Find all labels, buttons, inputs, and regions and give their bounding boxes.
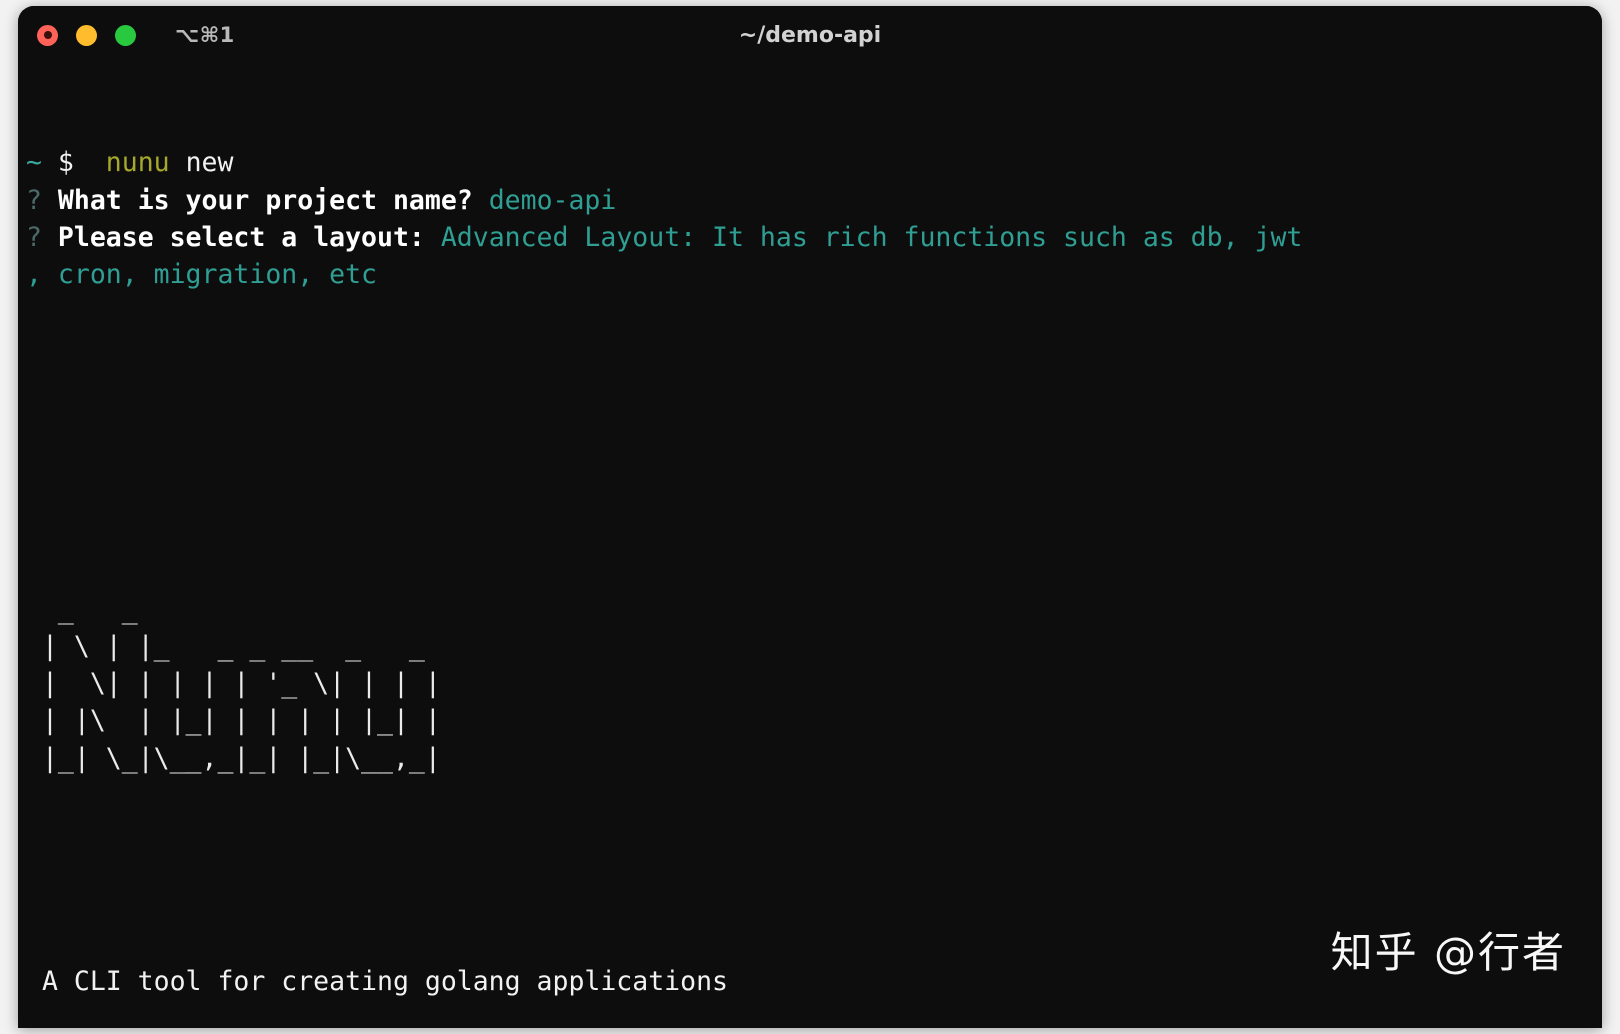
prompt-nunu-new-segment: nunu bbox=[105, 147, 186, 179]
question-project-name-segment: ? bbox=[26, 184, 58, 216]
ascii-logo-row-1: | \ | |_ _ _ __ _ _ bbox=[26, 631, 425, 663]
question-project-name: ? What is your project name? demo-api bbox=[26, 182, 1602, 219]
question-layout-segment: Advanced Layout: It has rich functions s… bbox=[440, 221, 1303, 253]
ascii-logo-row-0: _ _ bbox=[26, 593, 138, 625]
question-layout-segment: Please select a layout: bbox=[57, 221, 441, 253]
prompt-nunu-new-segment: new bbox=[185, 147, 234, 179]
question-project-name-segment: What is your project name? bbox=[57, 184, 489, 216]
ascii-logo-row-4: |_| \_|\__,_|_| |_|\__,_| bbox=[26, 742, 441, 774]
watermark: 知乎 @行者 bbox=[1330, 928, 1566, 977]
minimize-button-icon[interactable] bbox=[76, 24, 97, 46]
window-title: ~/demo-api bbox=[738, 22, 882, 48]
nunu-ascii-logo: _ _ | \ | |_ _ _ __ _ _ | \| | | | | '_ … bbox=[26, 591, 1602, 777]
question-layout-wrap: , cron, migration, etc bbox=[26, 256, 1602, 293]
terminal-session-top: ~ $ nunu new? What is your project name?… bbox=[26, 144, 1602, 293]
prompt-nunu-new-segment: $ bbox=[57, 147, 106, 179]
keyboard-shortcut-label: ⌥⌘1 bbox=[175, 23, 235, 47]
prompt-nunu-new: ~ $ nunu new bbox=[26, 144, 1602, 181]
prompt-nunu-new-segment: ~ bbox=[26, 147, 58, 179]
question-layout-wrap-segment: , cron, migration, etc bbox=[26, 259, 377, 291]
window-titlebar: ⌥⌘1 ~/demo-api bbox=[18, 6, 1602, 64]
ascii-logo-row-3: | |\ | |_| | | | | |_| | bbox=[26, 705, 441, 737]
window-controls bbox=[37, 24, 136, 46]
terminal-window: ⌥⌘1 ~/demo-api ~ $ nunu new? What is you… bbox=[18, 6, 1602, 1028]
question-layout-segment: ? bbox=[26, 221, 58, 253]
question-layout: ? Please select a layout: Advanced Layou… bbox=[26, 219, 1602, 256]
ascii-logo-row-2: | \| | | | | '_ \| | | | bbox=[26, 668, 441, 700]
close-button-icon[interactable] bbox=[37, 24, 58, 46]
question-project-name-segment: demo-api bbox=[488, 184, 617, 216]
terminal-output[interactable]: ~ $ nunu new? What is your project name?… bbox=[18, 64, 1602, 1028]
maximize-button-icon[interactable] bbox=[115, 24, 136, 46]
